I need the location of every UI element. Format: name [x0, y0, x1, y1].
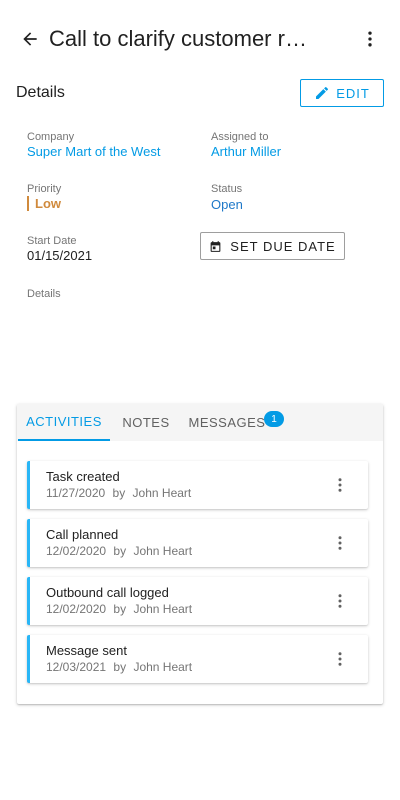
tab-messages[interactable]: Messages [189, 404, 265, 441]
pencil-icon [316, 86, 329, 99]
more-vertical-icon[interactable] [358, 27, 382, 51]
activity-author: John Heart [133, 602, 193, 616]
tab-bar: Activities Notes Messages 1 [17, 404, 383, 441]
company-label: Company [27, 131, 75, 143]
edit-button-label: Edit [336, 85, 370, 101]
calendar-icon [210, 240, 221, 252]
priority-label: Priority [27, 183, 62, 195]
activity-author: John Heart [133, 660, 193, 674]
set-due-date-button[interactable]: Set Due Date [200, 232, 345, 260]
activity-meta: 12/03/2021 by John Heart [46, 660, 196, 674]
messages-count-badge: 1 [264, 411, 284, 427]
activity-date: 11/27/2020 [46, 486, 106, 500]
activity-date: 12/02/2020 [46, 544, 107, 558]
page-title: Call to clarify customer r… [49, 26, 307, 51]
status-label: Status [211, 183, 243, 195]
more-vertical-icon[interactable] [328, 473, 352, 497]
activity-meta: 11/27/2020 by John Heart [46, 486, 195, 500]
assigned-to-link[interactable]: Arthur Miller [211, 144, 281, 159]
top-app-bar: Call to clarify customer r… [0, 0, 400, 78]
set-due-date-label: Set Due Date [230, 238, 336, 254]
activity-title: Outbound call logged [46, 585, 169, 600]
activity-panel: Activities Notes Messages 1 Task created… [17, 404, 383, 704]
activity-title: Call planned [46, 527, 119, 542]
arrow-back-icon[interactable] [18, 27, 42, 51]
activity-meta: 12/02/2020 by John Heart [46, 544, 196, 558]
details-heading: Details [16, 84, 65, 101]
activity-author: John Heart [132, 486, 192, 500]
edit-button[interactable]: Edit [300, 79, 384, 107]
activity-title: Task created [46, 469, 120, 484]
assigned-to-label: Assigned to [211, 131, 269, 143]
more-vertical-icon[interactable] [328, 531, 352, 555]
list-item[interactable]: Message sent 12/03/2021 by John Heart [27, 635, 368, 683]
more-vertical-icon[interactable] [328, 589, 352, 613]
activity-date: 12/02/2020 [46, 602, 107, 616]
activity-meta: 12/02/2020 by John Heart [46, 602, 196, 616]
details-field-label: Details [27, 288, 61, 300]
status-value: Open [211, 197, 243, 212]
more-vertical-icon[interactable] [328, 647, 352, 671]
activity-by: by [113, 544, 127, 558]
list-item[interactable]: Task created 11/27/2020 by John Heart [27, 461, 368, 509]
start-date-label: Start Date [27, 235, 77, 247]
priority-value: Low [27, 196, 61, 211]
activity-date: 12/03/2021 [46, 660, 107, 674]
tab-notes[interactable]: Notes [117, 404, 175, 441]
activity-title: Message sent [46, 643, 127, 658]
activity-by: by [112, 486, 126, 500]
activity-by: by [113, 660, 127, 674]
company-link[interactable]: Super Mart of the West [27, 144, 160, 159]
tab-activities[interactable]: Activities [18, 404, 110, 441]
list-item[interactable]: Call planned 12/02/2020 by John Heart [27, 519, 368, 567]
activity-by: by [113, 602, 127, 616]
activity-author: John Heart [133, 544, 193, 558]
list-item[interactable]: Outbound call logged 12/02/2020 by John … [27, 577, 368, 625]
start-date-value: 01/15/2021 [27, 248, 93, 263]
